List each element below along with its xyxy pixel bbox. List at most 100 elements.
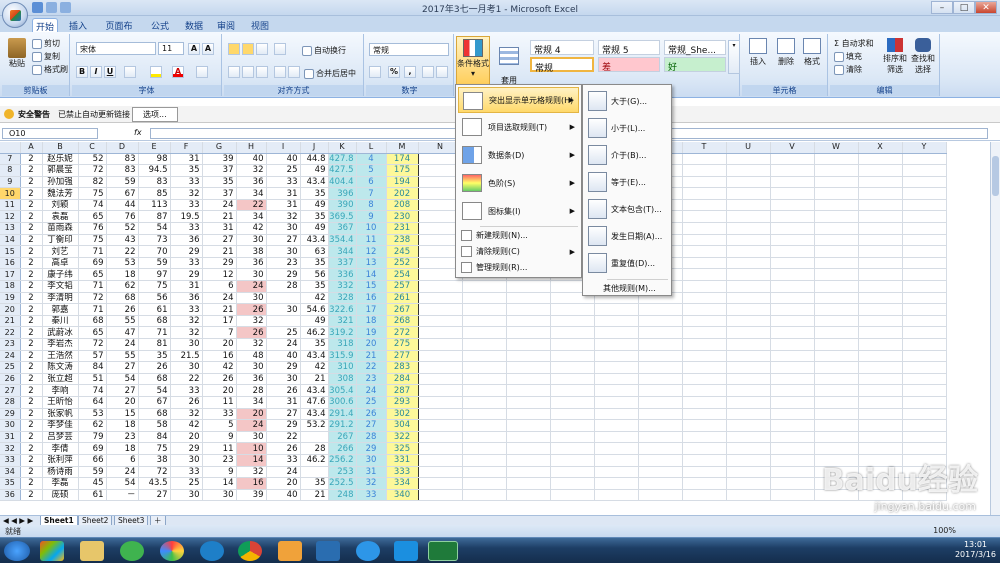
grow-font-icon[interactable]: A (188, 43, 200, 55)
empty-cell[interactable] (813, 315, 859, 328)
cell-D[interactable]: 24 (106, 466, 139, 479)
empty-cell[interactable] (770, 234, 815, 247)
rule-date-occurring[interactable]: 发生日期(A)... (585, 223, 669, 250)
cell-A[interactable]: 2 (20, 442, 43, 455)
cell-B[interactable]: 李梦佳 (42, 419, 79, 432)
cell-K[interactable]: 390 (327, 199, 357, 212)
cell-C[interactable]: 84 (78, 361, 107, 374)
cell-M[interactable]: 267 (386, 303, 419, 316)
cell-M[interactable]: 268 (386, 315, 419, 328)
cell-L[interactable]: 14 (356, 268, 387, 282)
cell-I[interactable]: 29 (266, 419, 301, 432)
empty-cell[interactable] (638, 326, 683, 339)
empty-cell[interactable] (902, 396, 947, 409)
font-size-combo[interactable]: 11 (158, 42, 184, 55)
cell-C[interactable]: 61 (78, 489, 107, 502)
cell-K[interactable]: 404.4 (327, 176, 357, 189)
empty-cell[interactable] (858, 384, 903, 397)
empty-cell[interactable] (506, 292, 551, 305)
cell-E[interactable]: 71 (138, 326, 171, 339)
cell-M[interactable]: 261 (386, 292, 419, 305)
cell-G[interactable]: 20 (202, 384, 237, 397)
cell-A[interactable]: 2 (20, 303, 43, 316)
orientation-icon[interactable] (274, 43, 286, 55)
cell-E[interactable]: 59 (138, 257, 171, 270)
cell-L[interactable]: 25 (356, 396, 387, 409)
empty-cell[interactable] (418, 408, 463, 421)
row-header[interactable]: 20 (0, 303, 21, 316)
cell-D[interactable]: 23 (106, 431, 139, 444)
empty-cell[interactable] (770, 373, 815, 386)
conditional-format-button[interactable]: 条件格式 ▾ (456, 36, 490, 86)
empty-cell[interactable] (638, 431, 683, 444)
cell-I[interactable]: 40 (266, 489, 301, 502)
cell-C[interactable]: 62 (78, 419, 107, 432)
cell-H[interactable]: 34 (236, 396, 267, 409)
cell-D[interactable]: 43 (106, 234, 139, 247)
cell-G[interactable]: 29 (202, 257, 237, 270)
folder-icon[interactable] (80, 541, 104, 561)
empty-cell[interactable] (462, 419, 507, 432)
cell-A[interactable]: 2 (20, 187, 43, 200)
cell-G[interactable]: 35 (202, 176, 237, 189)
tab-view[interactable]: 视图 (250, 18, 270, 32)
empty-cell[interactable] (418, 384, 463, 397)
clear-button[interactable]: 清除 (834, 64, 862, 75)
empty-cell[interactable] (462, 338, 507, 351)
empty-cell[interactable] (813, 384, 859, 397)
column-header[interactable]: L (356, 142, 387, 154)
empty-cell[interactable] (506, 338, 551, 351)
cell-A[interactable]: 2 (20, 199, 43, 212)
cell-E[interactable]: 81 (138, 338, 171, 351)
rule-text-contains[interactable]: 文本包含(T)... (585, 196, 669, 223)
empty-cell[interactable] (902, 164, 947, 177)
cell-E[interactable]: 75 (138, 280, 171, 293)
cell-F[interactable]: 26 (170, 396, 203, 409)
cell-I[interactable]: 24 (266, 466, 301, 479)
cell-B[interactable]: 郭晨莹 (42, 164, 79, 177)
empty-cell[interactable] (682, 187, 727, 200)
empty-cell[interactable] (726, 234, 771, 247)
cell-D[interactable]: 18 (106, 419, 139, 432)
empty-cell[interactable] (858, 303, 903, 316)
office-button[interactable] (2, 2, 28, 28)
row-header[interactable]: 32 (0, 442, 21, 455)
align-top-icon[interactable] (228, 43, 240, 55)
cell-J[interactable]: 35 (300, 257, 329, 270)
empty-cell[interactable] (638, 454, 683, 467)
cell-A[interactable]: 2 (20, 396, 43, 409)
fill-color-icon[interactable] (150, 66, 162, 78)
cell-E[interactable]: 67 (138, 396, 171, 409)
cell-L[interactable]: 16 (356, 292, 387, 305)
empty-cell[interactable] (813, 396, 859, 409)
empty-cell[interactable] (858, 442, 903, 455)
cell-K[interactable]: 344 (327, 245, 357, 258)
empty-cell[interactable] (418, 315, 463, 328)
row-header[interactable]: 10 (0, 187, 21, 200)
empty-cell[interactable] (770, 268, 815, 282)
cell-D[interactable]: 6 (106, 454, 139, 467)
cell-B[interactable]: 赵乐妮 (42, 153, 79, 166)
cell-H[interactable]: 30 (236, 292, 267, 305)
cell-I[interactable]: 31 (266, 396, 301, 409)
cell-F[interactable]: 33 (170, 176, 203, 189)
cell-F[interactable]: 32 (170, 408, 203, 421)
empty-cell[interactable] (902, 431, 947, 444)
cell-K[interactable]: 322.6 (327, 303, 357, 316)
cell-M[interactable]: 334 (386, 477, 419, 490)
cell-H[interactable]: 30 (236, 234, 267, 247)
empty-cell[interactable] (726, 153, 771, 166)
tab-insert[interactable]: 插入 (68, 18, 88, 32)
cell-F[interactable]: 33 (170, 466, 203, 479)
app-icon-8[interactable] (316, 541, 340, 561)
empty-cell[interactable] (506, 373, 551, 386)
cell-D[interactable]: 83 (106, 153, 139, 166)
cell-I[interactable]: 28 (266, 280, 301, 293)
style-normal[interactable]: 常规 (530, 57, 594, 74)
cell-K[interactable]: 319.2 (327, 326, 357, 339)
empty-cell[interactable] (462, 442, 507, 455)
empty-cell[interactable] (726, 477, 771, 490)
fill-button[interactable]: 填充 (834, 51, 862, 62)
empty-cell[interactable] (770, 315, 815, 328)
empty-cell[interactable] (902, 187, 947, 200)
